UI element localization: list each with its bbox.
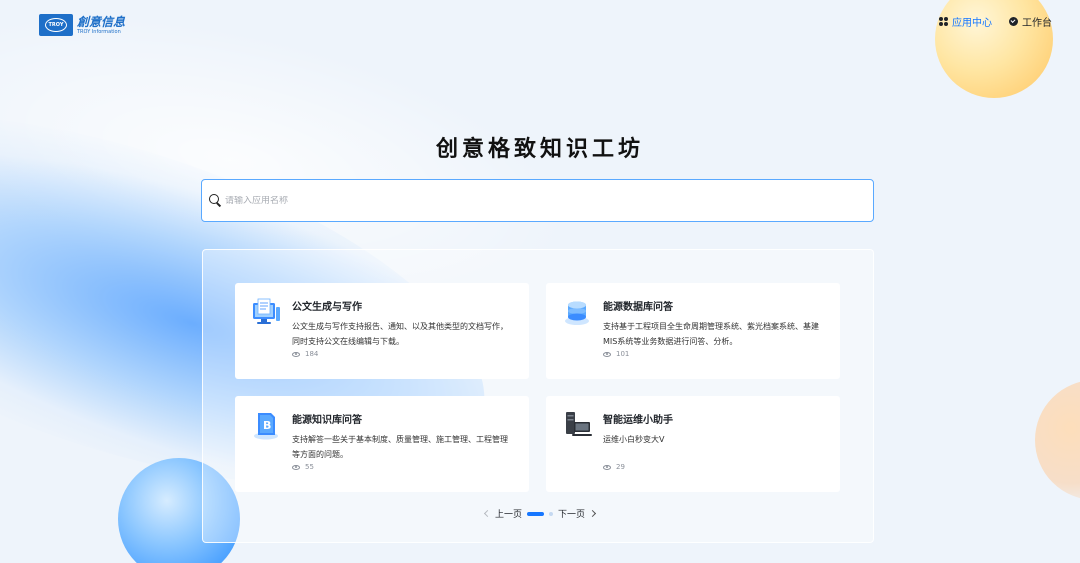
logo-badge: TROY xyxy=(39,14,73,36)
search-icon[interactable] xyxy=(209,194,222,207)
logo-badge-text: TROY xyxy=(45,18,67,32)
chevron-left-icon xyxy=(483,509,492,518)
card-views-value: 101 xyxy=(616,350,630,358)
card-title: 能源知识库问答 xyxy=(292,415,362,426)
nav-workbench[interactable]: 工作台 xyxy=(1009,14,1052,29)
apps-icon xyxy=(939,17,948,26)
nav-app-center-label: 应用中心 xyxy=(952,18,992,29)
card-views-value: 55 xyxy=(305,463,314,471)
decorative-orb-orange xyxy=(1035,380,1080,500)
eye-icon xyxy=(292,464,300,470)
document-computer-icon xyxy=(253,298,280,324)
top-header: TROY 創意信息 TROY Information 应用中心 工作台 xyxy=(0,0,1080,44)
page-indicator-active[interactable] xyxy=(527,511,544,516)
chevron-right-icon xyxy=(588,509,597,518)
page-title: 创意格致知识工坊 xyxy=(435,137,644,162)
logo[interactable]: TROY 創意信息 TROY Information xyxy=(39,14,125,36)
prev-page-button[interactable]: 上一页 xyxy=(483,507,522,520)
eye-icon xyxy=(292,351,300,357)
logo-english-name: TROY Information xyxy=(77,28,121,35)
card-view-count: 101 xyxy=(603,350,826,358)
pagination: 上一页 下一页 xyxy=(0,507,1080,520)
card-description: 支持解答一些关于基本制度、质量管理、施工管理、工程管理等方面的问题。 xyxy=(292,435,508,459)
card-views-value: 184 xyxy=(305,350,319,358)
app-card-database-qa[interactable]: 能源数据库问答 支持基于工程项目全生命周期管理系统、紫光档案系统、基建MIS系统… xyxy=(546,283,840,379)
card-views-value: 29 xyxy=(616,463,625,471)
card-title: 智能运维小助手 xyxy=(603,415,673,426)
nav-app-center[interactable]: 应用中心 xyxy=(939,14,992,29)
database-icon xyxy=(565,301,589,325)
card-view-count: 55 xyxy=(292,463,515,471)
card-view-count: 184 xyxy=(292,350,515,358)
nav-workbench-label: 工作台 xyxy=(1022,18,1052,29)
prev-page-label: 上一页 xyxy=(494,510,522,520)
card-title: 公文生成与写作 xyxy=(292,302,362,313)
card-title: 能源数据库问答 xyxy=(603,302,673,313)
logo-text: 創意信息 TROY Information xyxy=(77,16,125,35)
knowledge-book-icon: B xyxy=(254,413,278,440)
search-bar[interactable] xyxy=(201,179,874,222)
card-description: 支持基于工程项目全生命周期管理系统、紫光档案系统、基建MIS系统等业务数据进行问… xyxy=(603,322,819,346)
workbench-icon xyxy=(1009,17,1018,26)
server-monitor-icon xyxy=(566,412,592,436)
eye-icon xyxy=(603,464,611,470)
card-view-count: 29 xyxy=(603,463,826,471)
eye-icon xyxy=(603,351,611,357)
top-nav: 应用中心 工作台 xyxy=(939,14,1052,29)
app-card-ops-assistant[interactable]: 智能运维小助手 运维小白秒变大V 29 xyxy=(546,396,840,492)
next-page-button[interactable]: 下一页 xyxy=(558,507,597,520)
card-description: 公文生成与写作支持报告、通知、以及其他类型的文档写作，同时支持公文在线编辑与下载… xyxy=(292,322,508,346)
app-card-document-writing[interactable]: 公文生成与写作 公文生成与写作支持报告、通知、以及其他类型的文档写作，同时支持公… xyxy=(235,283,529,379)
svg-text:B: B xyxy=(263,419,271,432)
page-indicator[interactable] xyxy=(549,511,553,516)
app-card-knowledge-qa[interactable]: B 能源知识库问答 支持解答一些关于基本制度、质量管理、施工管理、工程管理等方面… xyxy=(235,396,529,492)
next-page-label: 下一页 xyxy=(558,510,586,520)
search-input[interactable] xyxy=(225,195,825,206)
logo-chinese-name: 創意信息 xyxy=(77,14,126,29)
card-description: 运维小白秒变大V xyxy=(603,435,665,444)
